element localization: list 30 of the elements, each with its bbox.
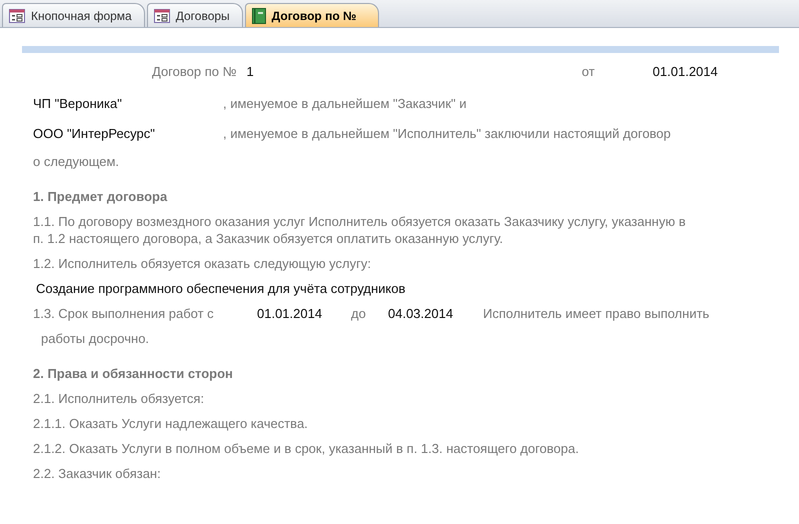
date-label: от <box>582 63 595 82</box>
book-icon <box>252 8 266 24</box>
party-text: , именуемое в дальнейшем "Заказчик" и <box>223 95 466 114</box>
form-icon <box>154 8 170 22</box>
term-label: 1.3. Срок выполнения работ с <box>33 305 215 322</box>
party-name: ЧП "Вероника" <box>33 95 123 114</box>
contract-date: 01.01.2014 <box>652 63 718 82</box>
section-heading: 1. Предмет договора <box>32 188 168 206</box>
term-text: Исполнитель имеет право выполнить <box>483 305 710 322</box>
section-heading: 2. Права и обязанности сторон <box>32 365 234 383</box>
paragraph: 1.2. Исполнитель обязуется оказать следующую услугу: <box>32 255 372 273</box>
form-label: Договор по № <box>152 63 237 82</box>
paragraph: 2.1. Исполнитель обязуется: <box>32 390 206 408</box>
form-icon <box>9 8 25 22</box>
paragraph: работы досрочно. <box>40 330 150 348</box>
paragraph: 2.2. Заказчик обязан: <box>32 465 162 483</box>
paragraph: 2.1.1. Оказать Услуги надлежащего качества. <box>32 415 309 433</box>
party-name: ООО "ИнтерРесурс" <box>33 125 156 144</box>
paragraph: о следующем. <box>32 153 120 171</box>
to-label: до <box>351 305 367 322</box>
party-text: , именуемое в дальнейшем "Исполнитель" заключили настоящий договор <box>223 125 671 144</box>
paragraph: 1.1. По договору возмездного оказания услуг Исполнитель обязуется оказать Заказчику услугу, указанную в п. 1.2 настоящего договора, а Заказчик обязуется оплатить оказанную услугу. <box>32 213 687 248</box>
tab[interactable]: Договоры <box>146 3 243 27</box>
paragraph: 2.1.2. Оказать Услуги в полном объеме и в срок, указанный в п. 1.3. настоящего договора. <box>32 440 580 458</box>
tab[interactable]: Кнопочная форма <box>2 3 145 27</box>
end-date: 04.03.2014 <box>388 305 454 322</box>
start-date: 01.01.2014 <box>257 305 324 322</box>
contract-number: 1 <box>246 63 254 82</box>
service-value: Создание программного обеспечения для учёта сотрудников <box>35 280 406 298</box>
tab[interactable]: Договор по № <box>244 3 380 27</box>
